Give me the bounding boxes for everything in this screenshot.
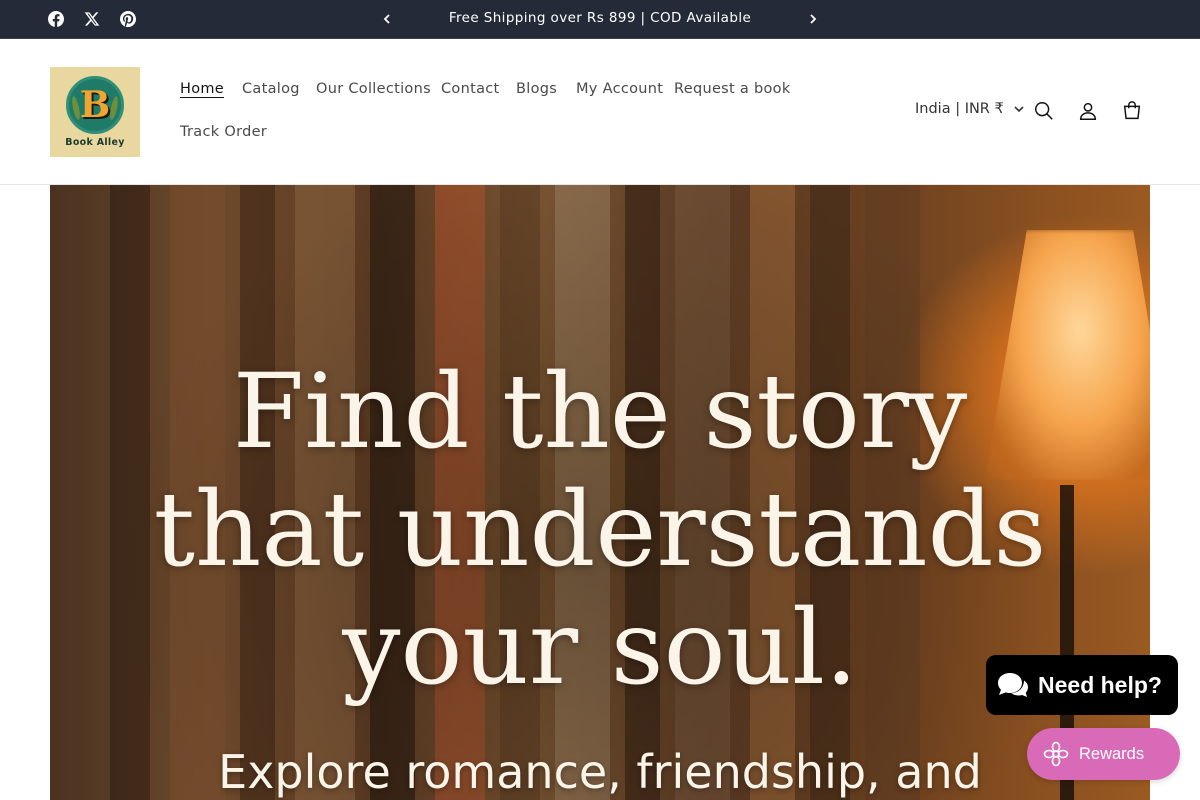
account-icon[interactable]	[1071, 94, 1105, 128]
announcement-bar: Free Shipping over Rs 899 | COD Availabl…	[0, 0, 1200, 39]
nav-home[interactable]: Home	[180, 81, 224, 97]
nav-catalog[interactable]: Catalog	[242, 81, 300, 97]
chevron-right-icon[interactable]	[798, 0, 828, 38]
logo-emblem: B	[66, 76, 124, 134]
flower-icon	[1043, 741, 1069, 767]
search-icon[interactable]	[1027, 94, 1061, 128]
hero-subtitle: Explore romance, friendship, and	[218, 745, 982, 799]
logo[interactable]: B Book Alley	[50, 67, 140, 157]
nav-request-a-book[interactable]: Request a book	[674, 81, 791, 97]
locale-label: India | INR ₹	[915, 101, 1004, 117]
logo-letter: B	[79, 84, 111, 126]
pinterest-icon[interactable]	[110, 0, 146, 38]
nav-track-order[interactable]: Track Order	[180, 124, 267, 140]
hero-banner[interactable]: Find the story that understands your sou…	[50, 185, 1150, 800]
hero-title: Find the story that understands your sou…	[153, 352, 1047, 708]
site-header: B Book Alley Home Catalog Our Collection…	[0, 39, 1200, 185]
nav-our-collections[interactable]: Our Collections	[316, 81, 431, 97]
country-currency-selector[interactable]: India | INR ₹	[915, 101, 1024, 117]
x-icon[interactable]	[74, 0, 110, 38]
chevron-left-icon[interactable]	[372, 0, 402, 38]
nav-blogs[interactable]: Blogs	[516, 81, 557, 97]
facebook-icon[interactable]	[38, 0, 74, 38]
nav-contact[interactable]: Contact	[441, 81, 500, 97]
announcement-text: Free Shipping over Rs 899 | COD Availabl…	[448, 10, 752, 26]
rewards-button[interactable]: Rewards	[1027, 728, 1180, 780]
chat-bubble-icon	[998, 673, 1028, 697]
cart-icon[interactable]	[1115, 94, 1149, 128]
chat-help-button[interactable]: Need help?	[986, 655, 1178, 715]
rewards-label: Rewards	[1079, 744, 1145, 763]
nav-my-account[interactable]: My Account	[576, 81, 663, 97]
chevron-down-icon	[1014, 105, 1024, 112]
logo-wordmark: Book Alley	[65, 137, 125, 148]
chat-label: Need help?	[1038, 671, 1162, 698]
